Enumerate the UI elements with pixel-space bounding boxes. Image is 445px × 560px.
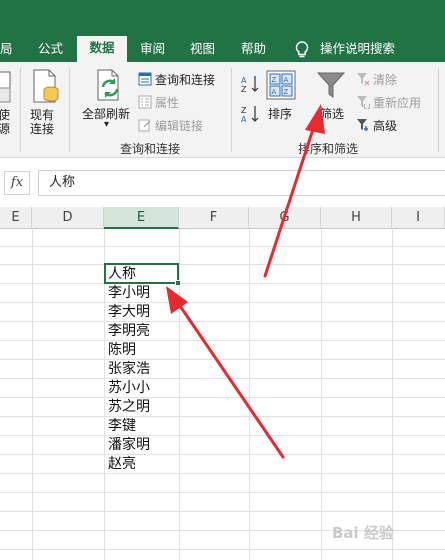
advanced-button[interactable]: 高级 xyxy=(373,117,397,134)
grid-line xyxy=(0,246,445,247)
column-header-g[interactable]: G xyxy=(249,207,321,229)
grid-line xyxy=(0,359,445,360)
grid-line xyxy=(0,302,445,303)
group-divider xyxy=(69,68,70,152)
table-cell[interactable]: 赵亮 xyxy=(106,455,178,474)
column-header-h[interactable]: H xyxy=(321,207,392,229)
active-cell-selection xyxy=(104,263,179,284)
clear-button[interactable]: 清除 xyxy=(373,71,397,88)
table-cell[interactable]: 苏小小 xyxy=(106,379,178,398)
advanced-filter-icon[interactable] xyxy=(356,118,370,135)
grid-line xyxy=(0,264,445,265)
table-cell[interactable]: 陈明 xyxy=(106,341,178,360)
tab-review[interactable]: 审阅 xyxy=(140,38,165,62)
tab-layout[interactable]: 局 xyxy=(0,38,13,62)
sort-dialog-icon[interactable]: ZAAZ xyxy=(266,70,296,103)
filter-funnel-icon[interactable] xyxy=(316,70,346,103)
insert-function-button[interactable]: fx xyxy=(4,171,30,195)
queries-connections-icon[interactable] xyxy=(138,72,152,89)
table-cell[interactable]: 李大明 xyxy=(106,303,178,322)
column-header-i[interactable]: I xyxy=(392,207,445,229)
properties-button[interactable]: 属性 xyxy=(155,94,179,111)
grid-line xyxy=(0,549,445,550)
clear-filter-icon xyxy=(356,72,370,89)
column-header-f[interactable]: F xyxy=(179,207,249,229)
grid-line xyxy=(0,416,445,417)
queries-connections-button[interactable]: 查询和连接 xyxy=(155,71,215,88)
group-divider xyxy=(20,68,21,152)
lightbulb-icon[interactable] xyxy=(293,40,311,60)
grid-line xyxy=(0,492,445,493)
filter-button[interactable]: 筛选 xyxy=(320,105,344,122)
grid-line xyxy=(0,511,445,512)
grid-line xyxy=(0,454,445,455)
watermark: Bai 经验 xyxy=(332,524,394,542)
properties-icon xyxy=(138,95,152,112)
table-cell[interactable]: 李键 xyxy=(106,417,178,436)
formula-input[interactable]: 人称 xyxy=(38,170,445,196)
grid-line xyxy=(0,397,445,398)
get-data-icon[interactable] xyxy=(0,70,12,107)
tell-me-search[interactable]: 操作说明搜索 xyxy=(320,38,395,62)
edit-links-button[interactable]: 编辑链接 xyxy=(155,117,203,134)
tab-data[interactable]: 数据 xyxy=(77,36,127,62)
ribbon-data-panel: 使 源 现有 连接 全部刷新 ▾ 查询和连接 属性 编辑链接 查询和连接 AZ … xyxy=(0,62,445,158)
grid-line xyxy=(0,283,445,284)
existing-connections-icon[interactable] xyxy=(30,68,60,109)
svg-text:A: A xyxy=(241,115,247,124)
reapply-button[interactable]: 重新应用 xyxy=(373,94,421,111)
column-header-d[interactable]: D xyxy=(32,207,104,229)
group-divider xyxy=(438,68,439,152)
chevron-down-icon[interactable]: ▾ xyxy=(104,119,109,130)
table-cell[interactable]: 苏之明 xyxy=(106,398,178,417)
svg-text:A: A xyxy=(241,76,247,85)
svg-text:A: A xyxy=(284,76,289,84)
sort-ascending-icon[interactable]: AZ xyxy=(240,74,260,97)
fill-handle[interactable] xyxy=(175,280,181,286)
grid-line xyxy=(0,473,445,474)
get-data-label-2[interactable]: 源 xyxy=(0,120,10,137)
table-cell[interactable]: 李小明 xyxy=(106,284,178,303)
grid-line xyxy=(0,321,445,322)
table-cell[interactable]: 李明亮 xyxy=(106,322,178,341)
refresh-all-icon[interactable] xyxy=(92,68,126,105)
svg-text:Z: Z xyxy=(241,106,247,115)
formula-bar: fx 人称 xyxy=(0,166,445,200)
existing-connections-label-2[interactable]: 连接 xyxy=(30,120,54,137)
grid-line xyxy=(0,340,445,341)
svg-text:Z: Z xyxy=(284,88,289,96)
sort-button[interactable]: 排序 xyxy=(268,105,292,122)
column-header-e[interactable]: E xyxy=(104,207,179,229)
tab-view[interactable]: 视图 xyxy=(190,38,215,62)
tab-formulas[interactable]: 公式 xyxy=(38,38,63,62)
table-cell[interactable]: 潘家明 xyxy=(106,436,178,455)
red-arrow-to-cell xyxy=(166,286,285,459)
svg-text:A: A xyxy=(272,88,277,96)
column-header-e-left[interactable]: E xyxy=(0,207,32,229)
reapply-icon xyxy=(356,95,371,112)
grid-line xyxy=(0,435,445,436)
group-label-queries: 查询和连接 xyxy=(120,142,181,156)
svg-text:Z: Z xyxy=(241,85,247,94)
ribbon-tab-bar: 局 公式 数据 审阅 视图 帮助 操作说明搜索 xyxy=(0,0,445,62)
group-divider xyxy=(231,68,232,152)
table-cell[interactable]: 张家浩 xyxy=(106,360,178,379)
tab-help[interactable]: 帮助 xyxy=(241,38,266,62)
svg-text:Z: Z xyxy=(272,76,277,84)
edit-links-icon xyxy=(138,118,152,135)
grid-line xyxy=(0,378,445,379)
sort-descending-icon[interactable]: ZA xyxy=(240,104,260,127)
group-label-sort-filter: 排序和筛选 xyxy=(298,142,359,156)
